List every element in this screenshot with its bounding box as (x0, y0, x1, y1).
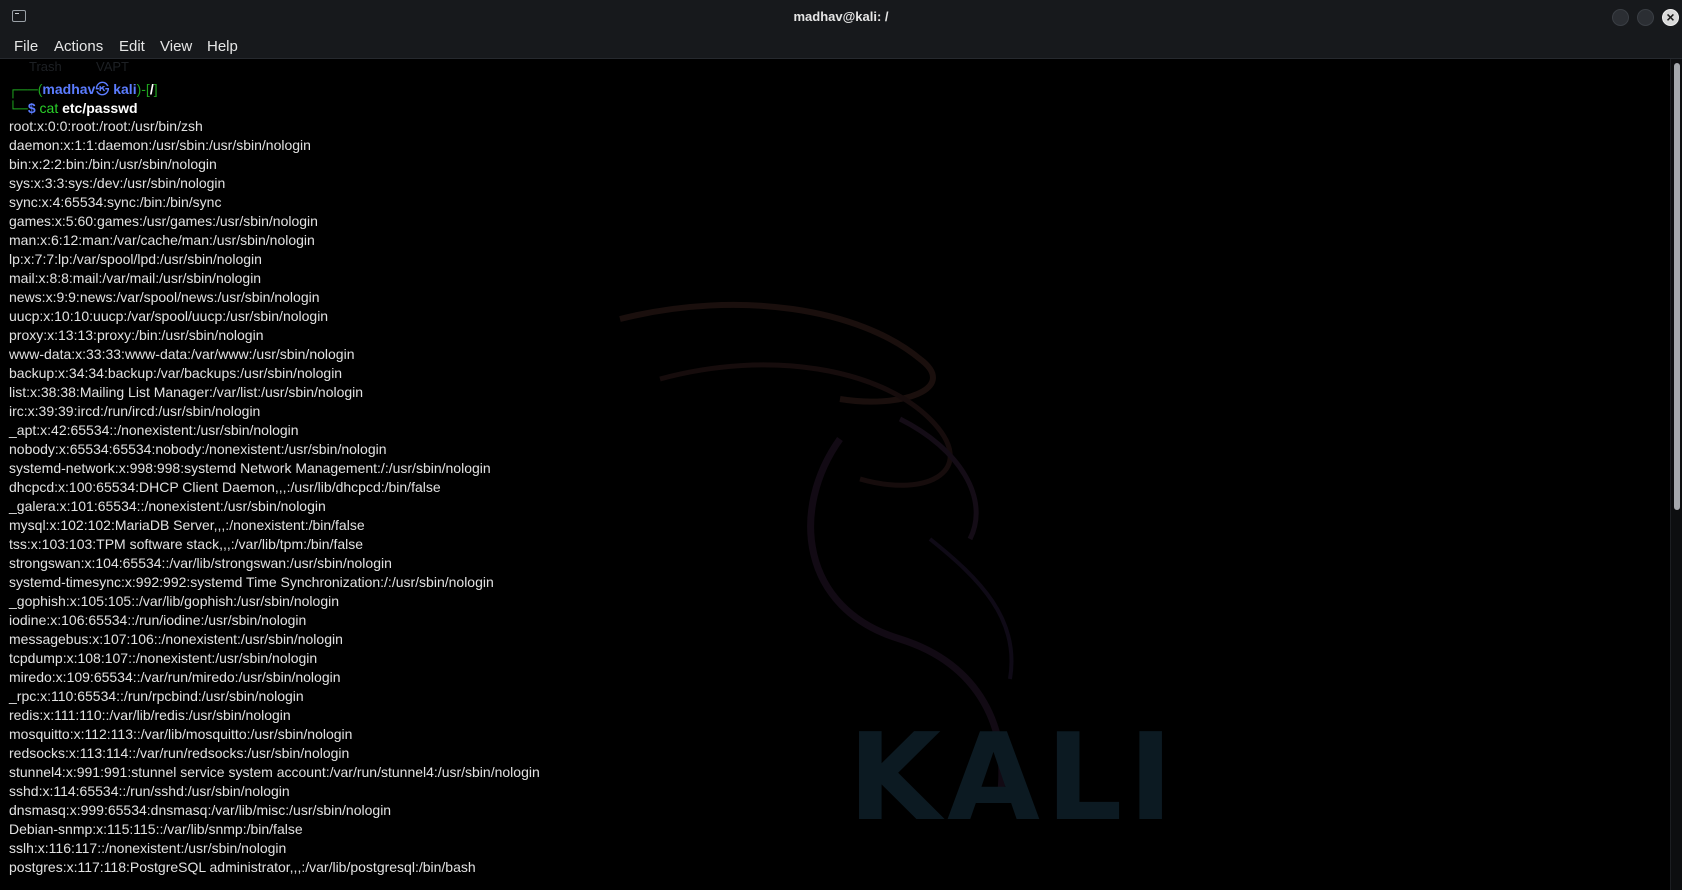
output-line: _gophish:x:105:105::/var/lib/gophish:/us… (9, 593, 339, 609)
prompt-host: kali (113, 81, 137, 97)
output-line: _rpc:x:110:65534::/run/rpcbind:/usr/sbin… (9, 688, 304, 704)
prompt-box-top: ┌──( (8, 81, 43, 97)
output-line: tss:x:103:103:TPM software stack,,,:/var… (9, 536, 364, 552)
output-line: _apt:x:42:65534::/nonexistent:/usr/sbin/… (9, 422, 299, 438)
command-output: root:x:0:0:root:/root:/usr/bin/zsh daemon… (9, 117, 540, 877)
output-line: iodine:x:106:65534::/run/iodine:/usr/sbi… (9, 612, 307, 628)
output-line: systemd-network:x:998:998:systemd Networ… (9, 460, 491, 476)
output-line: daemon:x:1:1:daemon:/usr/sbin:/usr/sbin/… (9, 137, 311, 153)
menu-help[interactable]: Help (207, 36, 238, 57)
prompt-line-1: ┌──(madhav㉿ kali)-[/] (8, 80, 158, 99)
output-line: sync:x:4:65534:sync:/bin:/bin/sync (9, 194, 222, 210)
output-line: sys:x:3:3:sys:/dev:/usr/sbin/nologin (9, 175, 226, 191)
skull-icon: ㉿ (95, 81, 110, 97)
terminal-window: madhav@kali: / × File Actions Edit View … (0, 0, 1682, 890)
menu-view[interactable]: View (160, 36, 192, 57)
output-line: man:x:6:12:man:/var/cache/man:/usr/sbin/… (9, 232, 315, 248)
menu-bar: File Actions Edit View Help (0, 34, 1682, 59)
prompt-box-end: ] (153, 81, 158, 97)
prompt-line-2: └─$ cat etc/passwd (8, 99, 138, 118)
prompt-box-mid: )-[ (136, 81, 150, 97)
prompt-user: madhav (42, 81, 96, 97)
maximize-button[interactable] (1637, 9, 1654, 26)
output-line: irc:x:39:39:ircd:/run/ircd:/usr/sbin/nol… (9, 403, 261, 419)
output-line: backup:x:34:34:backup:/var/backups:/usr/… (9, 365, 343, 381)
scrollbar-thumb[interactable] (1674, 63, 1680, 510)
minimize-button[interactable] (1612, 9, 1629, 26)
output-line: www-data:x:33:33:www-data:/var/www:/usr/… (9, 346, 355, 362)
close-icon: × (1666, 9, 1675, 25)
output-line: uucp:x:10:10:uucp:/var/spool/uucp:/usr/s… (9, 308, 329, 324)
output-line: postgres:x:117:118:PostgreSQL administra… (9, 859, 476, 875)
window-title: madhav@kali: / (793, 9, 889, 24)
output-line: sshd:x:114:65534::/run/sshd:/usr/sbin/no… (9, 783, 290, 799)
command-argument: etc/passwd (58, 100, 138, 116)
title-bar[interactable]: madhav@kali: / × (0, 0, 1682, 35)
output-line: sslh:x:116:117::/nonexistent:/usr/sbin/n… (9, 840, 287, 856)
prompt-box-bottom: └─ (8, 100, 28, 116)
output-line: dnsmasq:x:999:65534:dnsmasq:/var/lib/mis… (9, 802, 392, 818)
menu-file[interactable]: File (14, 36, 38, 57)
prompt-dollar: $ (27, 100, 40, 116)
output-line: stunnel4:x:991:991:stunnel service syste… (9, 764, 540, 780)
output-line: mysql:x:102:102:MariaDB Server,,,:/nonex… (9, 517, 365, 533)
menu-actions[interactable]: Actions (54, 36, 103, 57)
ghost-trash-label: Trash (29, 59, 62, 74)
output-line: Debian-snmp:x:115:115::/var/lib/snmp:/bi… (9, 821, 303, 837)
menu-edit[interactable]: Edit (119, 36, 145, 57)
output-line: mosquitto:x:112:113::/var/lib/mosquitto:… (9, 726, 353, 742)
close-button[interactable]: × (1662, 9, 1679, 26)
output-line: mail:x:8:8:mail:/var/mail:/usr/sbin/nolo… (9, 270, 262, 286)
output-line: dhcpcd:x:100:65534:DHCP Client Daemon,,,… (9, 479, 441, 495)
output-line: miredo:x:109:65534::/var/run/miredo:/usr… (9, 669, 341, 685)
output-line: list:x:38:38:Mailing List Manager:/var/l… (9, 384, 364, 400)
output-line: proxy:x:13:13:proxy:/bin:/usr/sbin/nolog… (9, 327, 264, 343)
command-name: cat (39, 100, 59, 116)
kali-watermark-text: KALI (848, 709, 1179, 848)
output-line: news:x:9:9:news:/var/spool/news:/usr/sbi… (9, 289, 320, 305)
output-line: bin:x:2:2:bin:/bin:/usr/sbin/nologin (9, 156, 217, 172)
output-line: root:x:0:0:root:/root:/usr/bin/zsh (9, 118, 203, 134)
output-line: redis:x:111:110::/var/lib/redis:/usr/sbi… (9, 707, 291, 723)
output-line: systemd-timesync:x:992:992:systemd Time … (9, 574, 494, 590)
output-line: tcpdump:x:108:107::/nonexistent:/usr/sbi… (9, 650, 318, 666)
output-line: messagebus:x:107:106::/nonexistent:/usr/… (9, 631, 343, 647)
output-line: _galera:x:101:65534::/nonexistent:/usr/s… (9, 498, 326, 514)
ghost-vapt-label: VAPT (96, 59, 129, 74)
vertical-scrollbar[interactable] (1670, 59, 1682, 890)
output-line: redsocks:x:113:114::/var/run/redsocks:/u… (9, 745, 350, 761)
output-line: nobody:x:65534:65534:nobody:/nonexistent… (9, 441, 387, 457)
terminal-output-area[interactable]: KALI Trash VAPT ┌──(madhav㉿ kali)-[/] └─… (0, 59, 1670, 890)
output-line: lp:x:7:7:lp:/var/spool/lpd:/usr/sbin/nol… (9, 251, 262, 267)
output-line: games:x:5:60:games:/usr/games:/usr/sbin/… (9, 213, 318, 229)
output-line: strongswan:x:104:65534::/var/lib/strongs… (9, 555, 392, 571)
